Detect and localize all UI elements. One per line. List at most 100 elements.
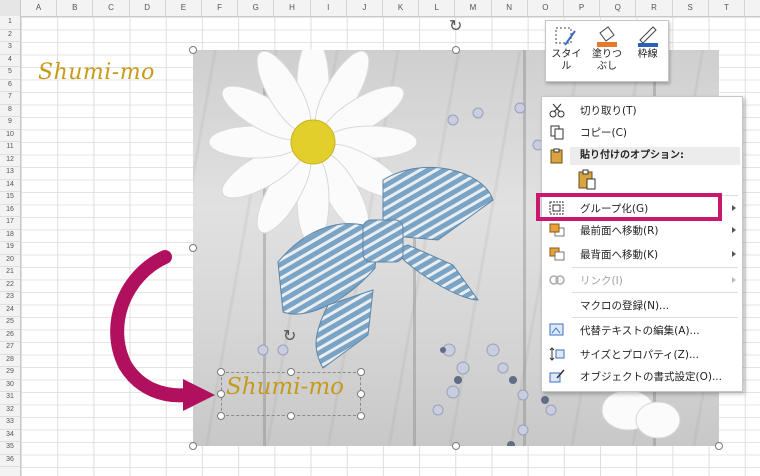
row-header-cell[interactable]: 31	[0, 391, 20, 405]
text-handle-bottom-left[interactable]	[217, 412, 225, 420]
rotate-handle-icon[interactable]: ↻	[449, 18, 462, 34]
text-handle-bottom-right[interactable]	[357, 412, 365, 420]
column-header-cell[interactable]: B	[57, 0, 94, 16]
resize-handle-top-left[interactable]	[189, 46, 197, 54]
row-header-cell[interactable]: 22	[0, 279, 20, 292]
menu-separator	[572, 292, 738, 293]
text-handle-top[interactable]	[287, 368, 295, 376]
column-header-cell[interactable]: O	[528, 0, 564, 16]
submenu-arrow-icon	[732, 277, 736, 283]
column-header-cell[interactable]: R	[636, 0, 673, 16]
row-header-cell[interactable]: 10	[0, 129, 20, 142]
menu-item-size-properties[interactable]: サイズとプロパティ(Z)...	[542, 343, 742, 365]
row-header-cell[interactable]: 20	[0, 254, 20, 267]
row-header-cell[interactable]: 1	[0, 16, 20, 30]
row-header-cell[interactable]: 19	[0, 241, 20, 255]
column-header-cell[interactable]: M	[455, 0, 492, 16]
text-handle-top-left[interactable]	[217, 368, 225, 376]
style-button[interactable]: スタイ ル	[546, 21, 587, 81]
row-header-cell[interactable]: 21	[0, 266, 20, 280]
row-header-cell[interactable]: 35	[0, 441, 20, 455]
menu-item-assign-macro[interactable]: マクロの登録(N)...	[542, 294, 742, 316]
row-header-cell[interactable]: 18	[0, 229, 20, 242]
column-header-cell[interactable]: E	[166, 0, 202, 16]
menu-item-format-object[interactable]: オブジェクトの書式設定(O)...	[542, 365, 742, 387]
submenu-arrow-icon	[732, 227, 736, 233]
outline-button[interactable]: 枠線	[627, 21, 668, 81]
row-header-cell[interactable]: 12	[0, 154, 20, 167]
column-header-cell[interactable]: H	[274, 0, 311, 16]
text-handle-left[interactable]	[217, 390, 225, 398]
row-header-cell[interactable]: 17	[0, 216, 20, 230]
row-header-cell[interactable]: 33	[0, 416, 20, 430]
row-header-cell[interactable]: 34	[0, 429, 20, 442]
menu-item-send-back[interactable]: 最背面へ移動(K)	[542, 243, 742, 265]
text-handle-right[interactable]	[357, 390, 365, 398]
menu-item-alt-text[interactable]: 代替テキストの編集(A)...	[542, 319, 742, 341]
text-rotate-handle-icon[interactable]: ↻	[283, 328, 296, 344]
clipboard-icon	[548, 148, 570, 164]
column-header-cell[interactable]: T	[709, 0, 745, 16]
column-header-cell[interactable]: L	[419, 0, 456, 16]
scissors-icon	[548, 102, 570, 118]
column-header-cell[interactable]: U	[745, 0, 760, 16]
row-header-cell[interactable]: 15	[0, 191, 20, 205]
column-header-cell[interactable]: Q	[600, 0, 637, 16]
column-header-cell[interactable]: C	[93, 0, 130, 16]
column-header-cell[interactable]: F	[202, 0, 239, 16]
row-header-cell[interactable]: 9	[0, 116, 20, 130]
text-handle-top-right[interactable]	[357, 368, 365, 376]
column-header-cell[interactable]: A	[21, 0, 58, 16]
row-header-cell[interactable]: 23	[0, 291, 20, 305]
column-header-cell[interactable]: G	[238, 0, 275, 16]
alt-text-icon	[548, 322, 570, 338]
row-header-cell[interactable]: 8	[0, 104, 20, 117]
row-header-cell[interactable]: 16	[0, 204, 20, 217]
column-header-cell[interactable]: D	[130, 0, 166, 16]
row-header-cell[interactable]: 28	[0, 354, 20, 367]
column-header-cell[interactable]: N	[492, 0, 528, 16]
row-header-cell[interactable]: 29	[0, 366, 20, 380]
row-header-cell[interactable]: 32	[0, 404, 20, 417]
link-icon	[548, 272, 570, 288]
paste-option-button[interactable]	[576, 169, 598, 191]
row-header-cell[interactable]: 6	[0, 79, 20, 92]
menu-item-bring-front[interactable]: 最前面へ移動(R)	[542, 219, 742, 241]
row-header-cell[interactable]: 2	[0, 29, 20, 42]
resize-handle-bottom-right[interactable]	[715, 442, 723, 450]
bring-front-icon	[548, 222, 570, 238]
column-header-cell[interactable]: J	[347, 0, 383, 16]
row-header-cell[interactable]: 5	[0, 66, 20, 80]
pen-outline-icon	[635, 25, 661, 49]
column-header-cell[interactable]: S	[673, 0, 709, 16]
text-handle-bottom[interactable]	[287, 412, 295, 420]
row-header-cell[interactable]: 24	[0, 304, 20, 317]
row-header-cell[interactable]: 7	[0, 91, 20, 105]
shape-style-icon	[553, 25, 579, 49]
resize-handle-bottom[interactable]	[452, 442, 460, 450]
resize-handle-top[interactable]	[452, 46, 460, 54]
row-header-cell[interactable]: 11	[0, 141, 20, 155]
column-header-cell[interactable]: K	[383, 0, 420, 16]
menu-item-copy[interactable]: コピー(C)	[542, 121, 742, 143]
menu-item-cut[interactable]: 切り取り(T)	[542, 99, 742, 121]
selected-text-box-content[interactable]: Shumi-mo	[226, 374, 344, 400]
row-header-cell[interactable]: 4	[0, 54, 20, 67]
copy-icon	[548, 124, 570, 140]
sheet-logo-text[interactable]: Shumi-mo	[38, 60, 155, 85]
row-header-cell[interactable]: 25	[0, 316, 20, 330]
row-header-cell[interactable]: 26	[0, 329, 20, 342]
column-header-cell[interactable]: I	[311, 0, 347, 16]
menu-item-link[interactable]: リンク(I)	[542, 269, 742, 291]
column-header-cell[interactable]: P	[564, 0, 601, 16]
row-header-cell[interactable]: 30	[0, 379, 20, 392]
row-header-cell[interactable]: 3	[0, 41, 20, 55]
row-header-cell[interactable]: 13	[0, 166, 20, 180]
select-all-corner[interactable]	[0, 0, 21, 16]
row-header-cell[interactable]: 27	[0, 341, 20, 355]
row-header-cell[interactable]: 36	[0, 454, 20, 467]
paint-bucket-icon	[594, 25, 620, 49]
fill-button[interactable]: 塗りつ ぶし	[587, 21, 628, 81]
resize-handle-bottom-left[interactable]	[189, 442, 197, 450]
row-header-cell[interactable]: 14	[0, 179, 20, 192]
